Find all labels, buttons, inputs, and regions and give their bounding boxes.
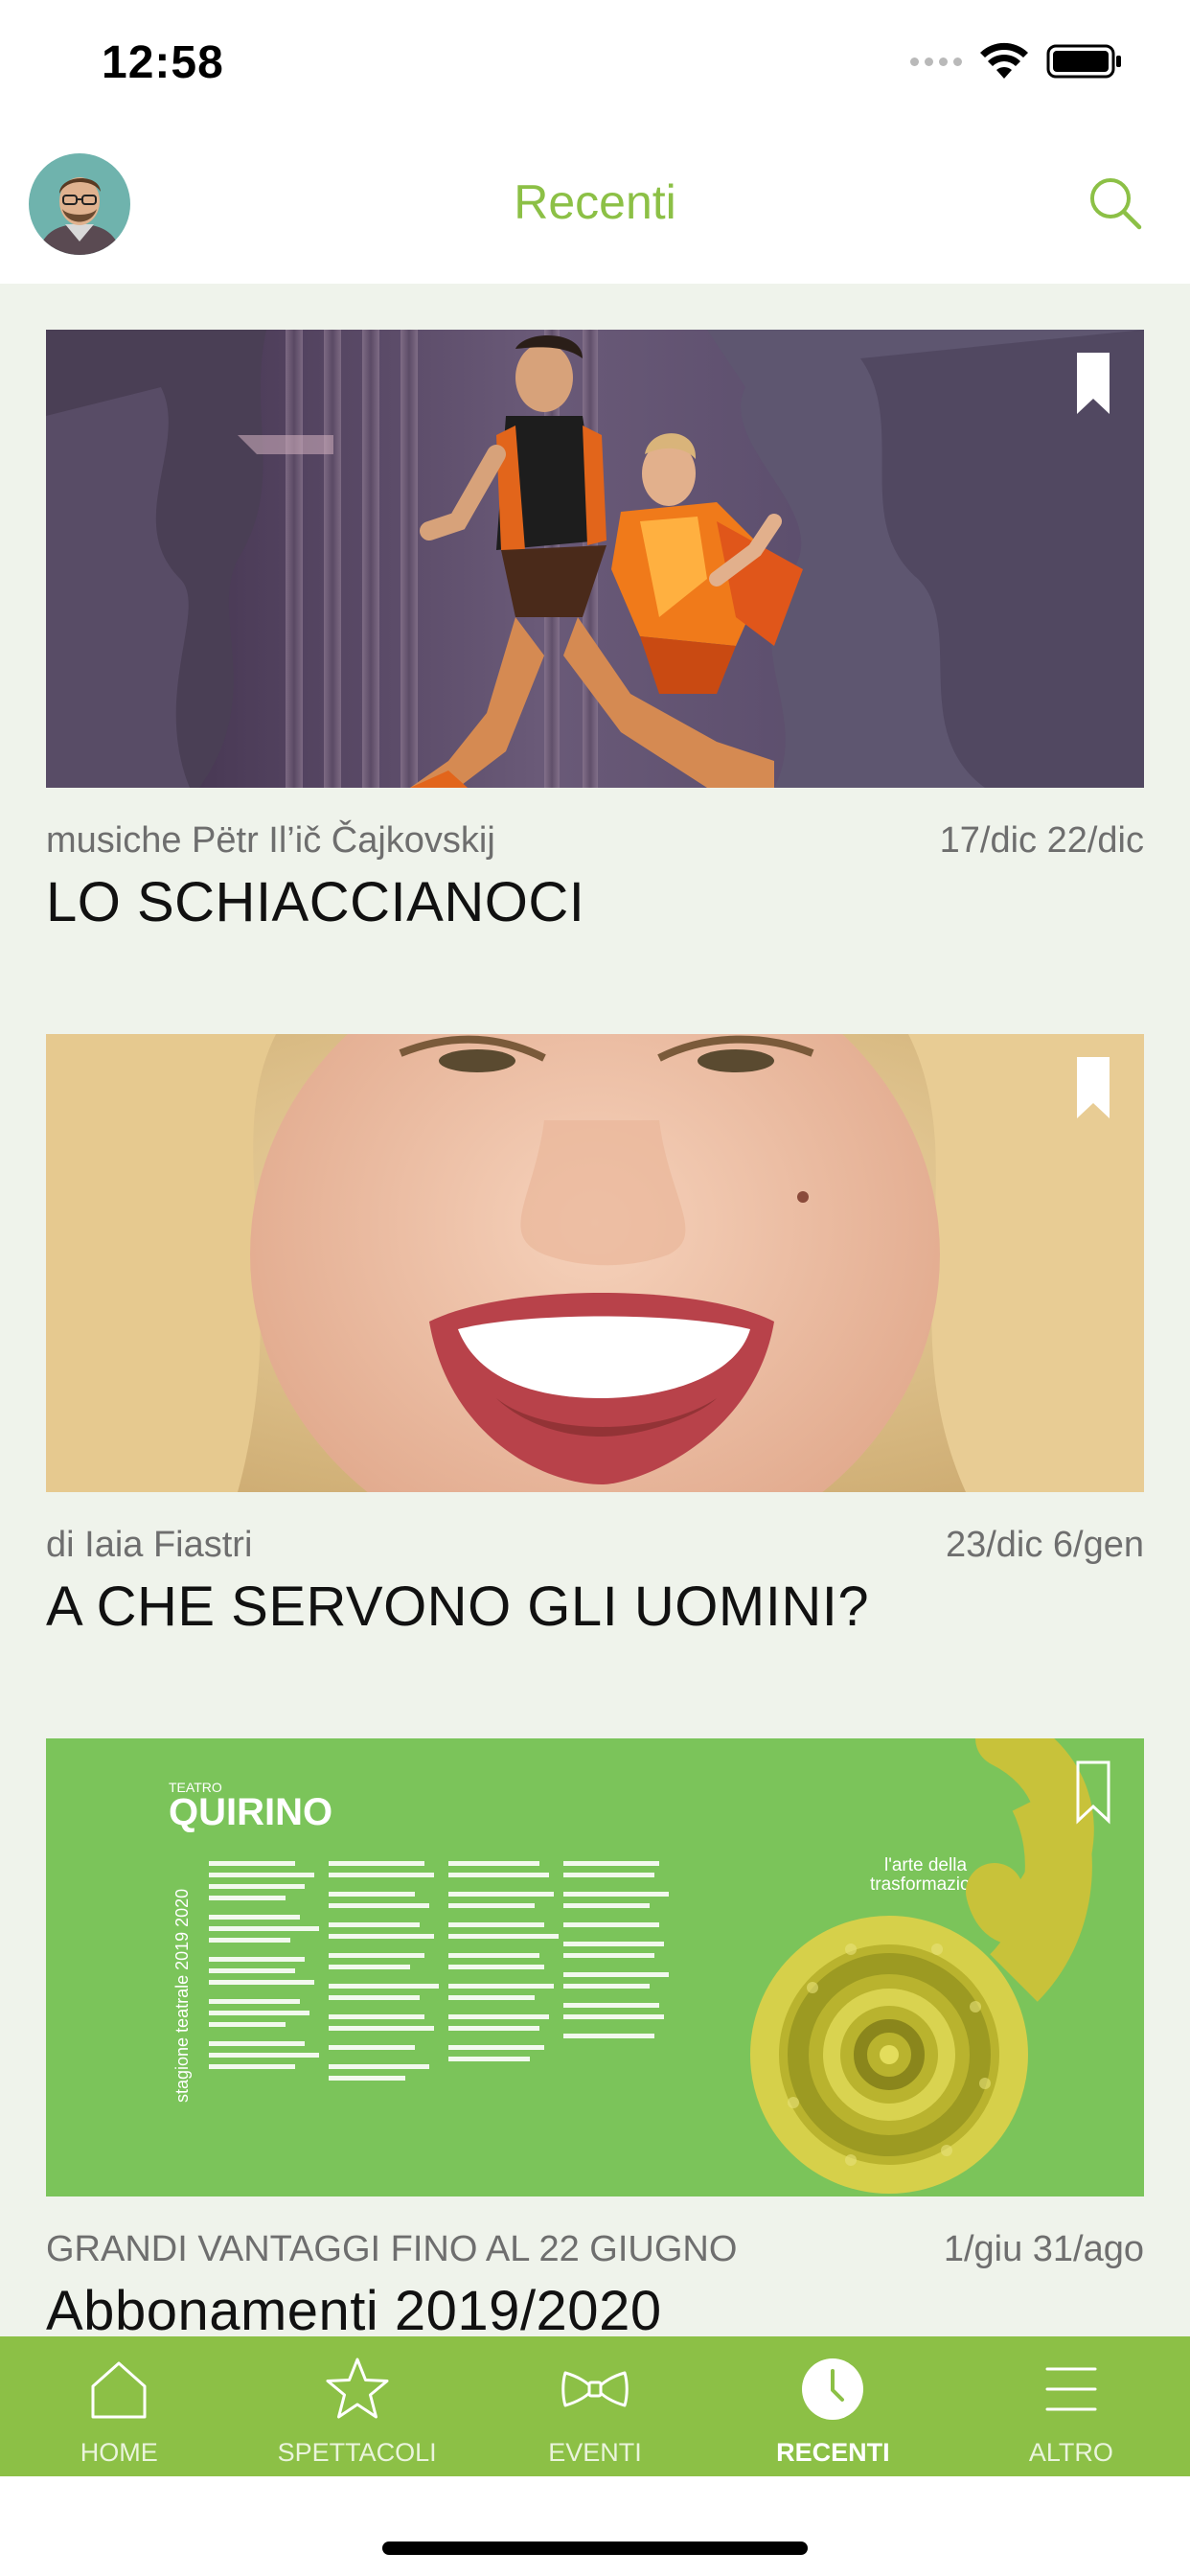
home-icon — [91, 2361, 147, 2419]
poster-vertical-label: stagione teatrale 2019 2020 — [172, 1889, 192, 2103]
menu-icon — [1045, 2367, 1097, 2411]
card-subtitle: di Iaia Fiastri — [46, 1525, 253, 1565]
card-subtitle: musiche Pëtr Il’ič Čajkovskij — [46, 820, 495, 861]
card-dates: 1/giu 31/ago — [943, 2229, 1144, 2269]
tab-altro[interactable]: ALTRO — [952, 2336, 1190, 2476]
search-icon — [1090, 178, 1142, 230]
tab-label: ALTRO — [1028, 2438, 1113, 2467]
search-button[interactable] — [1085, 172, 1146, 234]
card-title: Abbonamenti 2019/2020 — [46, 2280, 662, 2336]
app-screen: 12:58 Recenti musiche Pëtr Il’ič Čajkovs… — [0, 0, 1190, 2576]
season-poster-image[interactable]: TEATRO QUIRINO stagione teatrale 2019 20… — [46, 1738, 1144, 2196]
tab-home[interactable]: HOME — [0, 2336, 238, 2476]
tab-label: EVENTI — [548, 2438, 642, 2467]
tab-spettacoli[interactable]: SPETTACOLI — [238, 2336, 475, 2476]
card-meta: musiche Pëtr Il’ič Čajkovskij 17/dic 22/… — [46, 813, 1144, 870]
poster-brand: QUIRINO — [169, 1791, 332, 1833]
show-card[interactable]: di Iaia Fiastri 23/dic 6/gen A CHE SERVO… — [46, 1034, 1144, 1639]
card-dates: 17/dic 22/dic — [939, 820, 1144, 861]
bookmark-outline-icon[interactable] — [1075, 1760, 1111, 1825]
card-meta: di Iaia Fiastri 23/dic 6/gen — [46, 1517, 1144, 1575]
status-time: 12:58 — [102, 37, 224, 88]
card-dates: 23/dic 6/gen — [945, 1525, 1144, 1565]
page-title: Recenti — [514, 175, 676, 229]
bookmark-icon[interactable] — [1075, 351, 1111, 416]
ballet-dancers-image[interactable] — [46, 330, 1144, 788]
card-title: A CHE SERVONO GLI UOMINI? — [46, 1576, 870, 1638]
tab-label: HOME — [80, 2438, 158, 2467]
card-title: LO SCHIACCIANOCI — [46, 871, 585, 933]
battery-icon — [1046, 44, 1121, 79]
home-indicator-area — [0, 2476, 1190, 2576]
cellular-signal-icon — [910, 57, 962, 66]
bowtie-icon — [561, 2371, 629, 2407]
clock-icon — [802, 2358, 864, 2420]
tab-bar: HOME SPETTACOLI EVENTI RECENTI ALTRO — [0, 2336, 1190, 2476]
tab-recenti[interactable]: RECENTI — [714, 2336, 951, 2476]
home-indicator[interactable] — [382, 2542, 808, 2555]
star-icon — [326, 2358, 389, 2419]
poster-tagline-1: l'arte della — [884, 1855, 967, 1875]
tab-label: SPETTACOLI — [277, 2438, 437, 2467]
card-subtitle: GRANDI VANTAGGI FINO AL 22 GIUGNO — [46, 2229, 738, 2269]
smiling-woman-image[interactable] — [46, 1034, 1144, 1492]
show-card[interactable]: musiche Pëtr Il’ič Čajkovskij 17/dic 22/… — [46, 330, 1144, 934]
recent-feed[interactable]: musiche Pëtr Il’ič Čajkovskij 17/dic 22/… — [0, 284, 1190, 2336]
nav-bar: Recenti — [0, 125, 1190, 284]
tab-eventi[interactable]: EVENTI — [476, 2336, 714, 2476]
card-meta: GRANDI VANTAGGI FINO AL 22 GIUGNO 1/giu … — [46, 2221, 1144, 2279]
wifi-icon — [980, 42, 1028, 79]
status-bar: 12:58 — [0, 0, 1190, 125]
status-icons — [910, 42, 1123, 80]
show-card[interactable]: TEATRO QUIRINO stagione teatrale 2019 20… — [46, 1738, 1144, 2336]
tab-label: RECENTI — [776, 2438, 890, 2467]
bookmark-icon[interactable] — [1075, 1055, 1111, 1120]
